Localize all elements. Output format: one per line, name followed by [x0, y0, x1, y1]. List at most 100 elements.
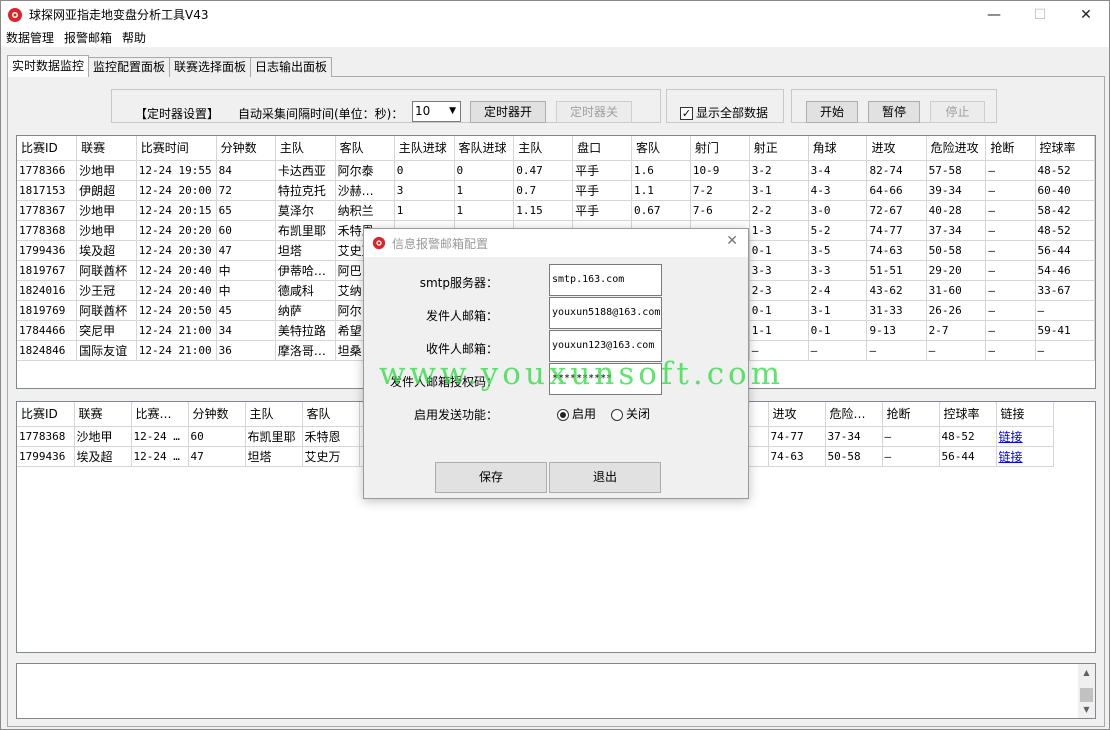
grid1-header-2[interactable]: 比赛时间 [136, 136, 217, 161]
tab-realtime-monitor[interactable]: 实时数据监控 [7, 55, 90, 77]
menu-alert-mailbox[interactable]: 报警邮箱 [59, 29, 117, 46]
grid2-header-17[interactable]: 链接 [996, 402, 1054, 427]
stop-button[interactable]: 停止 [930, 101, 985, 123]
menu-data-management[interactable]: 数据管理 [1, 29, 59, 46]
log-output-box[interactable]: ▲ ▼ [16, 663, 1096, 719]
grid2-header-13[interactable]: 进攻 [768, 402, 826, 427]
grid1-cell: 48-52 [1035, 160, 1095, 181]
grid1-cell: – [985, 180, 1036, 201]
grid2-header-2[interactable]: 比赛… [131, 402, 189, 427]
show-all-checkbox[interactable]: ✓ 显示全部数据 [680, 104, 768, 121]
grid2-cell: 56-44 [939, 446, 997, 467]
grid2-header-3[interactable]: 分钟数 [188, 402, 246, 427]
grid1-header-14[interactable]: 进攻 [866, 136, 927, 161]
grid1-header-4[interactable]: 主队 [275, 136, 336, 161]
grid1-cell: 1 [454, 180, 515, 201]
timer-on-button[interactable]: 定时器开 [470, 101, 546, 123]
match-link[interactable]: 链接 [999, 450, 1023, 464]
receiver-email-field[interactable]: youxun123@163.com [549, 330, 662, 362]
smtp-label: smtp服务器： [419, 276, 498, 290]
grid1-header-1[interactable]: 联赛 [76, 136, 137, 161]
menu-help[interactable]: 帮助 [117, 29, 151, 46]
grid1-cell: 1778366 [17, 160, 78, 181]
grid1-header-16[interactable]: 抢断 [985, 136, 1036, 161]
enable-send-label: 启用发送功能： [413, 408, 498, 422]
enable-on-radio[interactable]: 启用 [557, 405, 596, 422]
table-row[interactable]: 1778366 沙地甲 12-24 19:55 84 卡达西亚 阿尔泰 0 0 0.47 平手 1.… [17, 160, 1095, 181]
receiver-label: 收件人邮箱： [425, 342, 498, 356]
auth-code-field[interactable]: ********** [549, 363, 662, 395]
pause-button[interactable]: 暂停 [868, 101, 920, 123]
grid2-header-5[interactable]: 客队 [302, 402, 360, 427]
grid1-header-5[interactable]: 客队 [335, 136, 395, 161]
grid1-cell: 12-24 20:50 [136, 300, 217, 321]
radio-unselected-icon [611, 408, 623, 421]
grid1-cell: 72-67 [866, 200, 927, 221]
grid1-cell: 2-4 [808, 280, 868, 301]
grid1-cell: 1799436 [17, 240, 78, 261]
grid2-cell: 布凯里耶 [245, 426, 303, 447]
grid1-header-11[interactable]: 射门 [690, 136, 750, 161]
grid1-header-12[interactable]: 射正 [749, 136, 809, 161]
grid1-cell: 阿联酋杯 [76, 300, 137, 321]
interval-select[interactable]: 10 ▼ [412, 101, 461, 122]
grid2-header-1[interactable]: 联赛 [74, 402, 132, 427]
grid1-header-0[interactable]: 比赛ID [17, 136, 78, 161]
grid1-header-15[interactable]: 危险进攻 [926, 136, 987, 161]
grid1-cell: 3-1 [808, 300, 868, 321]
grid1-header-17[interactable]: 控球率 [1035, 136, 1095, 161]
grid1-header-13[interactable]: 角球 [808, 136, 868, 161]
dialog-close-icon[interactable]: ✕ [726, 233, 738, 249]
grid1-header-10[interactable]: 客队 [631, 136, 691, 161]
grid1-cell: 1778367 [17, 200, 78, 221]
scroll-down-icon[interactable]: ▼ [1078, 701, 1095, 718]
grid2-header-4[interactable]: 主队 [245, 402, 303, 427]
grid2-header-0[interactable]: 比赛ID [17, 402, 75, 427]
grid1-header-3[interactable]: 分钟数 [216, 136, 276, 161]
grid1-cell: – [1035, 300, 1095, 321]
grid1-cell: 沙地甲 [76, 160, 137, 181]
show-all-label: 显示全部数据 [696, 106, 769, 120]
grid1-cell: 48-52 [1035, 220, 1095, 241]
grid1-header-7[interactable]: 客队进球 [454, 136, 515, 161]
grid1-header-6[interactable]: 主队进球 [394, 136, 455, 161]
smtp-field[interactable]: smtp.163.com [549, 264, 662, 296]
log-scrollbar[interactable]: ▲ ▼ [1078, 664, 1095, 718]
close-button[interactable]: ✕ [1063, 1, 1109, 28]
minimize-button[interactable]: — [971, 1, 1017, 28]
grid1-cell: 57-58 [926, 160, 987, 181]
grid1-header-8[interactable]: 主队 [513, 136, 574, 161]
maximize-button[interactable]: ☐ [1017, 1, 1063, 28]
start-button[interactable]: 开始 [806, 101, 858, 123]
tab-log-output[interactable]: 日志输出面板 [250, 57, 333, 77]
grid1-cell: 0-1 [749, 300, 809, 321]
enable-off-radio[interactable]: 关闭 [611, 405, 650, 422]
grid2-cell[interactable]: 链接 [996, 446, 1054, 467]
grid1-cell: 33-67 [1035, 280, 1095, 301]
grid1-cell: 72 [216, 180, 276, 201]
table-row[interactable]: 1817153 伊朗超 12-24 20:00 72 特拉克托 沙赫… 3 1 0.7 平手 1.1… [17, 180, 1095, 201]
save-button[interactable]: 保存 [435, 462, 547, 493]
table-row[interactable]: 1778367 沙地甲 12-24 20:15 65 莫泽尔 纳积兰 1 1 1.15 平手 0.6… [17, 200, 1095, 221]
grid2-header-16[interactable]: 控球率 [939, 402, 997, 427]
tab-league-select[interactable]: 联赛选择面板 [169, 57, 252, 77]
interval-label: 自动采集间隔时间(单位：秒)： [238, 107, 404, 121]
grid2-cell[interactable]: 链接 [996, 426, 1054, 447]
grid2-cell: 50-58 [825, 446, 883, 467]
chevron-down-icon: ▼ [449, 106, 456, 116]
tab-monitor-config[interactable]: 监控配置面板 [88, 57, 171, 77]
grid2-header-14[interactable]: 危险… [825, 402, 883, 427]
scroll-up-icon[interactable]: ▲ [1078, 664, 1095, 681]
scroll-thumb[interactable] [1080, 688, 1093, 702]
timer-off-button[interactable]: 定时器关 [556, 101, 632, 123]
grid1-header-9[interactable]: 盘口 [572, 136, 632, 161]
auth-code-label: 发件人邮箱授权码： [389, 375, 498, 389]
grid1-cell: 0 [394, 160, 455, 181]
sender-email-field[interactable]: youxun5188@163.com [549, 297, 662, 329]
match-link[interactable]: 链接 [999, 430, 1023, 444]
grid2-header-15[interactable]: 抢断 [882, 402, 940, 427]
grid1-cell: 51-51 [866, 260, 927, 281]
exit-button[interactable]: 退出 [549, 462, 661, 493]
grid1-cell: 1.15 [513, 200, 574, 221]
grid1-cell: 12-24 20:30 [136, 240, 217, 261]
